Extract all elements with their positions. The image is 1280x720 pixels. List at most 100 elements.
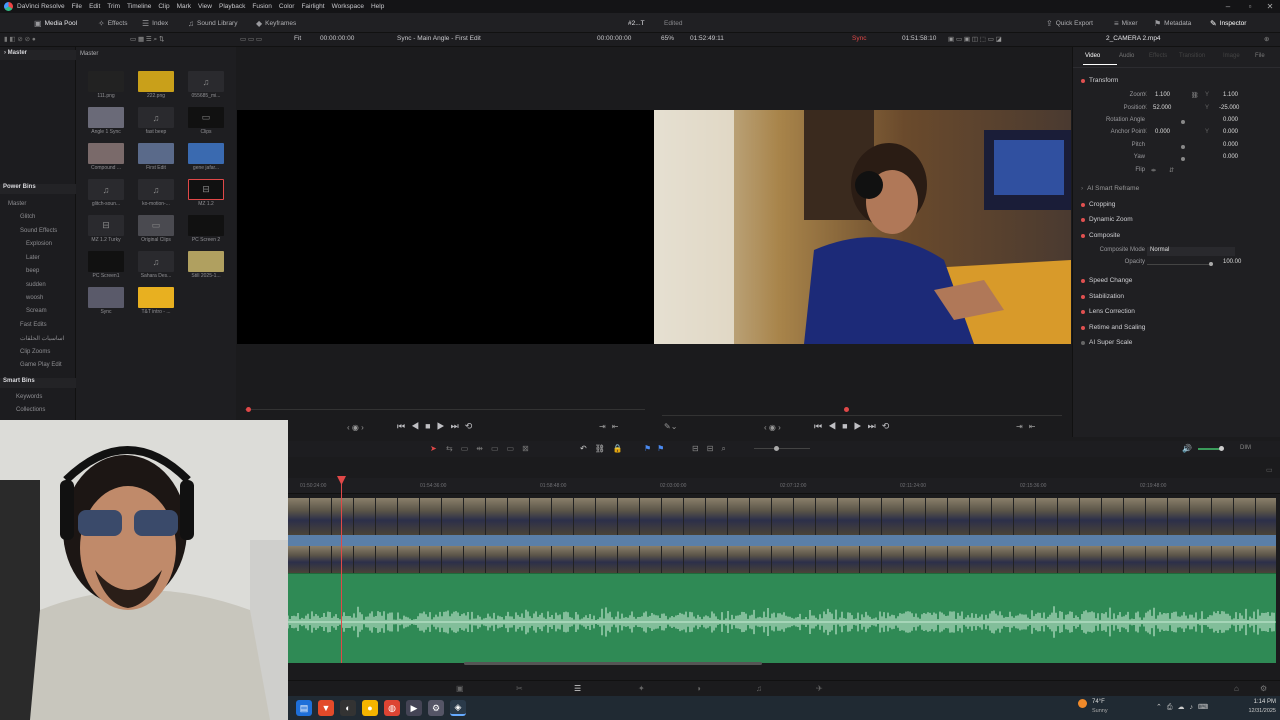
anchor-y-field[interactable]: 0.000 [1223,129,1238,135]
menu-clip[interactable]: Clip [158,3,169,10]
media-pool-clip[interactable]: Sync [88,287,124,320]
volume-icon[interactable]: 🔊 [1182,444,1192,453]
timeline-jog-icon[interactable]: ‹ ◉ › [764,423,781,432]
menu-color[interactable]: Color [279,3,295,10]
menu-file[interactable]: File [72,3,82,10]
tab-file[interactable]: File [1255,53,1265,59]
power-bin-item[interactable]: woosh [0,295,76,301]
yaw-field[interactable]: 0.000 [1223,154,1238,160]
media-pool-clip[interactable]: ♫ fast beep [138,107,174,140]
media-pool-clip[interactable]: ♫ 055685_mi... [188,71,224,104]
power-bin-item[interactable]: Master [0,201,76,207]
fit-dropdown[interactable]: Fit [294,35,301,42]
chrome-icon[interactable]: ● [362,700,378,716]
position-x-field[interactable]: 52.000 [1153,105,1171,111]
power-bin-item[interactable]: sudden [0,282,76,288]
taskbar-app-icon[interactable]: ◐ [340,700,356,716]
timeline-name-dropdown[interactable]: Sync - Main Angle - First Edit [397,35,481,42]
power-bin-item[interactable]: Fast Edits [0,322,76,328]
position-y-field[interactable]: -25.000 [1219,105,1239,111]
power-bin-item[interactable]: Game Play Edit [0,362,76,368]
source-transport-controls[interactable]: ⏮◀■▶⏭⟲ [397,421,478,432]
effects-button[interactable]: ✧ Effects [98,17,127,29]
power-bin-item[interactable]: Later [0,255,76,261]
pitch-slider[interactable] [1181,145,1185,149]
section-composite[interactable]: Composite [1081,232,1273,239]
media-pool-clip[interactable]: ▭ Original Clips [138,215,174,248]
page-fusion-icon[interactable]: ✦ [638,684,645,693]
timeline-transport-controls[interactable]: ⏮◀■▶⏭⟲ [814,421,895,432]
page-cut-icon[interactable]: ✂ [516,684,523,693]
timeline-settings-icon[interactable]: ▭ [1266,466,1273,474]
anchor-x-field[interactable]: 0.000 [1155,129,1170,135]
page-media-icon[interactable]: ▣ [456,684,464,693]
menu-mark[interactable]: Mark [177,3,191,10]
tab-audio[interactable]: Audio [1119,53,1134,59]
tab-image[interactable]: Image [1223,53,1240,59]
bin-master[interactable]: › Master [0,50,76,60]
timeline-viewer[interactable]: ✎⌄ ‹ ◉ › ⏮◀■▶⏭⟲ ⇥⇤ [654,47,1071,437]
yaw-slider[interactable] [1181,157,1185,161]
source-playhead[interactable] [246,407,251,412]
pitch-field[interactable]: 0.000 [1223,142,1238,148]
timeline-playhead[interactable] [341,478,342,663]
section-cropping[interactable]: Cropping [1081,201,1273,208]
metadata-button[interactable]: ⚑ Metadata [1154,17,1191,29]
inspector-pin-icon[interactable]: ⊕ [1264,35,1269,43]
power-bin-item[interactable]: Clip Zooms [0,349,76,355]
audio-track-1-clip[interactable] [288,573,1276,663]
section-ai-smart-reframe[interactable]: › AI Smart Reframe [1081,185,1273,192]
sync-dropdown[interactable]: Sync [852,35,866,42]
media-pool-clip[interactable]: T&T intro - ... [138,287,174,320]
zoom-x-field[interactable]: 1.100 [1155,92,1170,98]
menu-fusion[interactable]: Fusion [252,3,272,10]
timeline-zoom-knob[interactable] [774,446,779,451]
video-track-2-clip-bar[interactable] [288,535,1276,546]
zoom-dropdown[interactable]: 65% [661,35,674,42]
home-icon[interactable]: ⌂ [1234,684,1239,693]
composite-mode-dropdown[interactable]: Normal [1147,247,1235,256]
inspector-button[interactable]: ✎ Inspector [1210,17,1246,29]
volume-knob[interactable] [1219,446,1224,451]
viewer-layout-icons[interactable]: ▭ ▭ ▭ [240,35,262,43]
viewer-option-icons[interactable]: ▣ ▭ ▣ ◫ ⬚ ▭ ◪ [948,35,1002,43]
media-pool-clip[interactable]: Still 2025-1... [188,251,224,284]
section-transform[interactable]: Transform [1081,77,1273,84]
taskbar-app-icon[interactable]: ◍ [384,700,400,716]
media-pool-clip[interactable]: First Edit [138,143,174,176]
media-pool-clip[interactable]: ♫ ko-motion-... [138,179,174,212]
menu-playback[interactable]: Playback [219,3,245,10]
power-bin-item[interactable]: Explosion [0,241,76,247]
menu-fairlight[interactable]: Fairlight [301,3,324,10]
tab-transition[interactable]: Transition [1179,53,1205,59]
zoom-y-field[interactable]: 1.100 [1223,92,1238,98]
tab-effects[interactable]: Effects [1149,53,1167,59]
timeline-zoom-slider[interactable] [754,448,810,449]
source-mark-icons[interactable]: ⇥⇤ [599,422,624,431]
keyframes-button[interactable]: ◆ Keyframes [256,17,296,29]
source-viewer-screen[interactable] [237,110,654,344]
video-track-1-clip[interactable] [288,546,1276,573]
section-speed-change[interactable]: Speed Change [1081,277,1273,284]
source-viewer[interactable]: ‹ ◉ › ⏮◀■▶⏭⟲ ⇥⇤ [237,47,654,437]
davinci-taskbar-icon[interactable]: ◈ [450,700,466,716]
smart-bin-item[interactable]: Collections [0,407,76,413]
media-pool-clip[interactable]: ▭ Clips [188,107,224,140]
media-pool-clip[interactable]: ⊟ MZ 1.2 Turky [88,215,124,248]
power-bin-item[interactable]: Glitch [0,214,76,220]
media-pool-clip[interactable]: 111.png [88,71,124,104]
index-button[interactable]: ☰ Index [142,17,168,29]
taskbar-browser-icon[interactable]: ▼ [318,700,334,716]
power-bin-item[interactable]: Sound Effects [0,228,76,234]
settings-gear-icon[interactable]: ⚙ [1260,684,1267,693]
power-bin-item[interactable]: beep [0,268,76,274]
menu-help[interactable]: Help [371,3,384,10]
media-pool-clip[interactable]: PC Screen 2 [188,215,224,248]
media-pool-clip[interactable]: Angle 1 Sync [88,107,124,140]
quick-export-button[interactable]: ⇪ Quick Export [1046,17,1093,29]
timeline-viewer-frame[interactable] [654,110,1071,344]
close-icon[interactable]: ✕ [1260,0,1280,13]
page-color-icon[interactable]: ◑ [696,684,701,693]
edit-mode-icons[interactable]: ⇆▭⇹▭▭⊠ [446,444,537,453]
media-pool-clip[interactable]: 222.png [138,71,174,104]
